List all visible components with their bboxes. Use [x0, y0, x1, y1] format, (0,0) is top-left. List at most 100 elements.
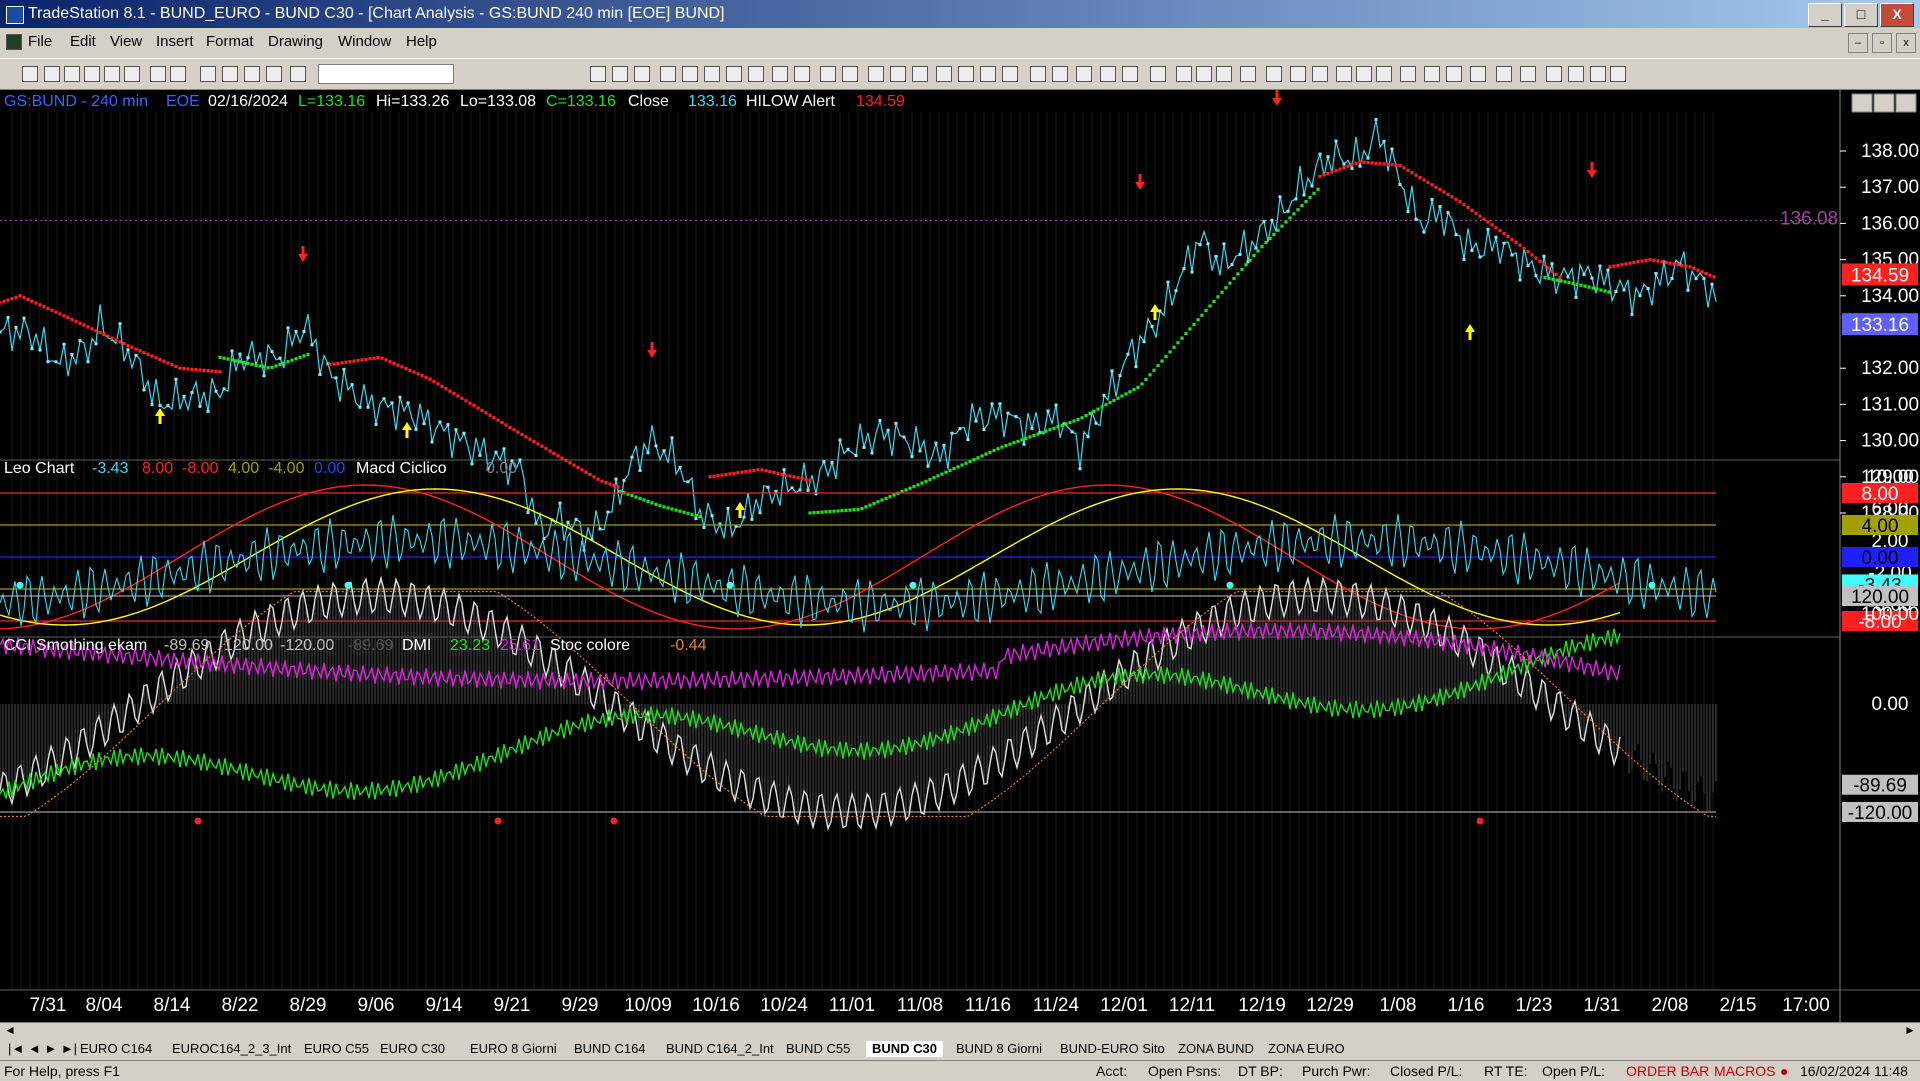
toolbar-button-53[interactable] [1520, 66, 1536, 82]
workspace-tab[interactable]: BUND C164_2_Int [660, 1041, 780, 1057]
workspace-tab[interactable]: BUND C30 [866, 1041, 944, 1057]
toolbar-button-29[interactable] [958, 66, 974, 82]
mdi-close-button[interactable]: x [1896, 33, 1916, 53]
toolbar-button-43[interactable] [1290, 66, 1306, 82]
order-bar-button[interactable]: ORDER BAR [1626, 1061, 1709, 1081]
chart-window[interactable]: GS:BUND - 240 min EOE 02/16/2024 L=133.1… [0, 90, 1920, 1022]
toolbar-button-10[interactable] [244, 66, 260, 82]
toolbar-button-39[interactable] [1196, 66, 1212, 82]
toolbar-button-0[interactable] [22, 66, 38, 82]
toolbar-button-52[interactable] [1496, 66, 1512, 82]
toolbar-button-7[interactable] [170, 66, 186, 82]
toolbar-button-32[interactable] [1030, 66, 1046, 82]
toolbar-button-33[interactable] [1052, 66, 1068, 82]
toolbar-button-55[interactable] [1568, 66, 1584, 82]
workspace-tab[interactable]: BUND-EURO Sito [1054, 1041, 1171, 1057]
toolbar-button-50[interactable] [1446, 66, 1462, 82]
workspace-tab[interactable]: ZONA BUND [1172, 1041, 1260, 1057]
horizontal-scrollbar[interactable]: ◄ ► [0, 1022, 1920, 1039]
toolbar-button-49[interactable] [1424, 66, 1440, 82]
workspace-tab[interactable]: BUND 8 Giorni [950, 1041, 1048, 1057]
menu-file[interactable]: File [28, 33, 52, 50]
chart-canvas[interactable]: GS:BUND - 240 min EOE 02/16/2024 L=133.1… [0, 90, 1920, 1022]
menu-edit[interactable]: Edit [70, 33, 96, 50]
toolbar-button-13[interactable] [590, 66, 606, 82]
toolbar-combo[interactable] [318, 64, 454, 84]
price-bar [1222, 242, 1226, 246]
toolbar-button-23[interactable] [820, 66, 836, 82]
scroll-left-icon[interactable]: ◄ [4, 1023, 16, 1037]
toolbar-button-31[interactable] [1002, 66, 1018, 82]
trend-red-point [106, 334, 110, 338]
toolbar-button-15[interactable] [634, 66, 650, 82]
toolbar-button-44[interactable] [1312, 66, 1328, 82]
minimize-button[interactable]: _ [1808, 3, 1842, 27]
toolbar-button-36[interactable] [1122, 66, 1138, 82]
toolbar-button-17[interactable] [682, 66, 698, 82]
toolbar-button-48[interactable] [1400, 66, 1416, 82]
toolbar-button-46[interactable] [1356, 66, 1372, 82]
toolbar-button-28[interactable] [936, 66, 952, 82]
workspace-tab[interactable]: EURO 8 Giorni [464, 1041, 563, 1057]
toolbar-button-14[interactable] [612, 66, 628, 82]
toolbar-button-8[interactable] [200, 66, 216, 82]
toolbar-button-16[interactable] [660, 66, 676, 82]
workspace-tab[interactable]: EURO C30 [374, 1041, 451, 1057]
toolbar-button-42[interactable] [1266, 66, 1282, 82]
chart-doc-icon[interactable] [6, 34, 22, 50]
macros-button[interactable]: MACROS [1714, 1061, 1775, 1081]
toolbar-button-2[interactable] [64, 66, 80, 82]
menu-view[interactable]: View [110, 33, 142, 50]
mdi-restore-button[interactable]: ▫ [1872, 33, 1892, 53]
workspace-tab[interactable]: EURO C164 [74, 1041, 158, 1057]
toolbar-button-26[interactable] [890, 66, 906, 82]
toolbar-button-45[interactable] [1336, 66, 1352, 82]
toolbar-button-11[interactable] [266, 66, 282, 82]
close-button[interactable]: X [1880, 3, 1914, 27]
toolbar-button-47[interactable] [1376, 66, 1392, 82]
toolbar-button-6[interactable] [150, 66, 166, 82]
menu-drawing[interactable]: Drawing [268, 33, 323, 50]
toolbar-button-4[interactable] [104, 66, 120, 82]
toolbar-button-54[interactable] [1546, 66, 1562, 82]
toolbar-button-18[interactable] [704, 66, 720, 82]
toolbar-button-3[interactable] [84, 66, 100, 82]
scroll-right-icon[interactable]: ► [1904, 1023, 1916, 1037]
toolbar-button-20[interactable] [748, 66, 764, 82]
trend-red-point [1616, 263, 1620, 267]
toolbar-button-19[interactable] [726, 66, 742, 82]
toolbar-button-30[interactable] [980, 66, 996, 82]
workspace-tab[interactable]: BUND C164 [568, 1041, 652, 1057]
toolbar-button-35[interactable] [1100, 66, 1116, 82]
workspace-tab[interactable]: EURO C55 [298, 1041, 375, 1057]
trend-red-point [1398, 163, 1402, 168]
toolbar-button-27[interactable] [912, 66, 928, 82]
workspace-tab[interactable]: EUROC164_2_3_Int [166, 1041, 297, 1057]
toolbar-button-1[interactable] [44, 66, 60, 82]
toolbar-button-9[interactable] [222, 66, 238, 82]
workspace-tab[interactable]: ZONA EURO [1262, 1041, 1351, 1057]
toolbar-button-56[interactable] [1590, 66, 1606, 82]
toolbar-button-21[interactable] [772, 66, 788, 82]
toolbar-button-24[interactable] [842, 66, 858, 82]
tab-nav-icon[interactable]: |◄ ◄ ► ►| [2, 1041, 83, 1057]
menu-format[interactable]: Format [206, 33, 254, 50]
toolbar-button-41[interactable] [1240, 66, 1256, 82]
toolbar-button-22[interactable] [794, 66, 810, 82]
menu-insert[interactable]: Insert [156, 33, 194, 50]
workspace-tab[interactable]: BUND C55 [780, 1041, 856, 1057]
toolbar-button-40[interactable] [1216, 66, 1232, 82]
menu-window[interactable]: Window [338, 33, 391, 50]
mdi-minimize-button[interactable]: – [1848, 33, 1868, 53]
toolbar-button-34[interactable] [1076, 66, 1092, 82]
toolbar-button-38[interactable] [1176, 66, 1192, 82]
toolbar-button-12[interactable] [290, 66, 306, 82]
toolbar-button-57[interactable] [1610, 66, 1626, 82]
toolbar-button-5[interactable] [124, 66, 140, 82]
menu-help[interactable]: Help [406, 33, 437, 50]
toolbar-button-37[interactable] [1150, 66, 1166, 82]
panel2-v4: 4.00 [228, 460, 259, 477]
toolbar-button-51[interactable] [1470, 66, 1486, 82]
toolbar-button-25[interactable] [868, 66, 884, 82]
maximize-button[interactable]: □ [1844, 3, 1878, 27]
